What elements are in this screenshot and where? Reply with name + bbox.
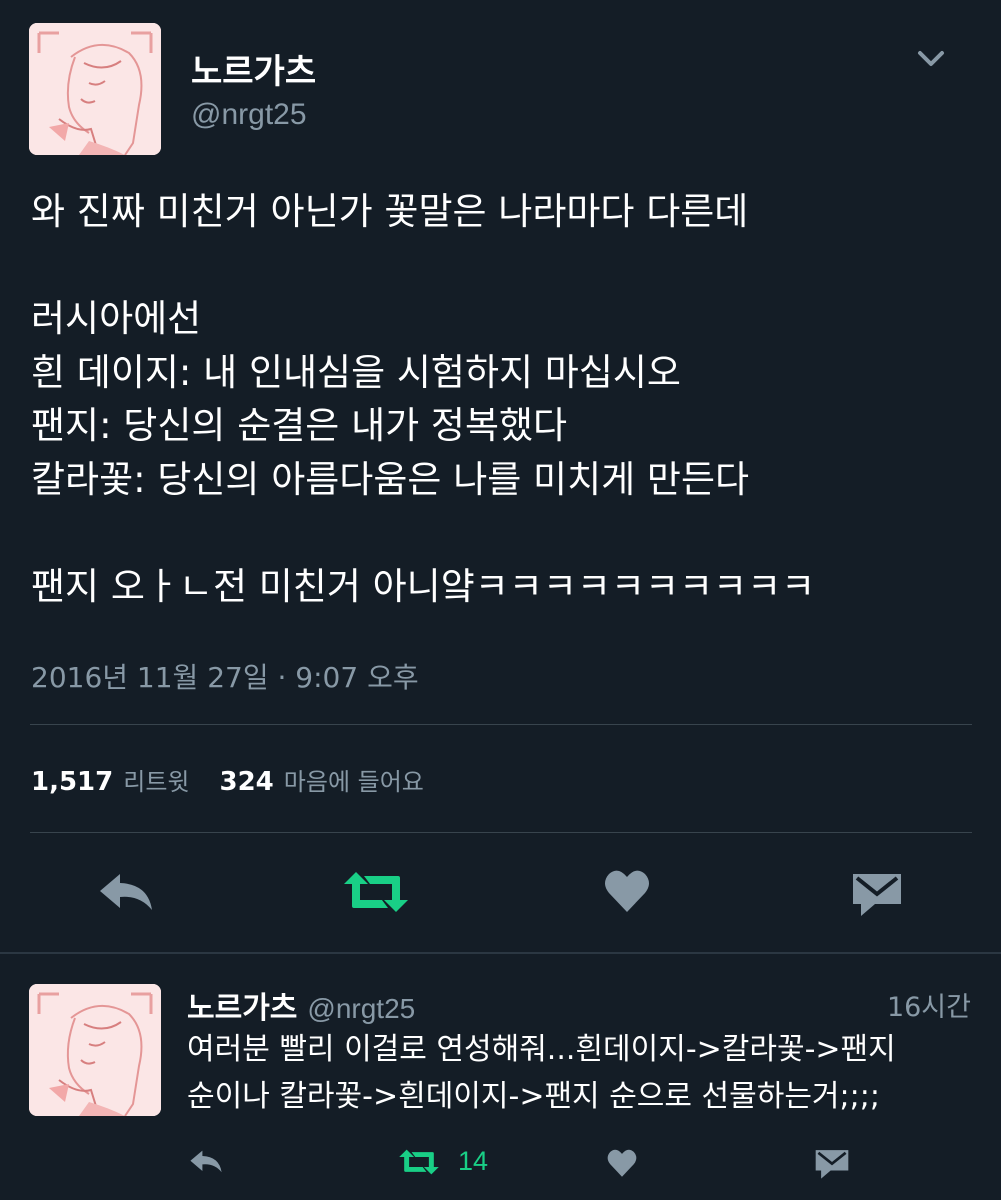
section-divider [0, 952, 1001, 954]
envelope-icon [853, 874, 901, 916]
reply-message-button[interactable] [814, 1146, 850, 1180]
divider [30, 724, 972, 725]
retweet-icon [399, 1149, 439, 1174]
reply-text-line: 여러분 빨리 이걸로 연성해줘...흰데이지->칼라꽃->팬지 [187, 1032, 896, 1067]
reply-icon [190, 1150, 222, 1173]
reply-time[interactable]: 16시간 [887, 985, 971, 1024]
reply-header: 노르가츠 @nrgt25 [187, 983, 415, 1027]
reply-reply-button[interactable] [188, 1146, 224, 1178]
reply-text-line: 순이나 칼라꽃->흰데이지->팬지 순으로 선물하는거;;;; [187, 1079, 880, 1114]
reply-author-handle[interactable]: @nrgt25 [307, 993, 415, 1025]
tweet-text: 와 진짜 미친거 아닌가 꽃말은 나라마다 다른데 러시아에선 흰 데이지: 내… [31, 185, 981, 613]
author-avatar[interactable] [29, 23, 161, 155]
tweet-text-line: 칼라꽃: 당신의 아름다움은 나를 미치게 만든다 [31, 457, 750, 501]
tweet-text-line: 흰 데이지: 내 인내심을 시험하지 마십시오 [31, 350, 681, 394]
tweet-text-line: 팬지: 당신의 순결은 내가 정복했다 [31, 404, 568, 447]
reply-text: 여러분 빨리 이걸로 연성해줘...흰데이지->칼라꽃->팬지 순이나 칼라꽃-… [187, 1026, 977, 1120]
message-button[interactable] [851, 868, 903, 918]
divider [30, 832, 972, 833]
tweet-text-line [31, 506, 981, 560]
author-handle[interactable]: @nrgt25 [191, 98, 307, 132]
author-name[interactable]: 노르가츠 [191, 44, 316, 93]
likes-label[interactable]: 마음에 들어요 [284, 762, 424, 797]
like-button[interactable] [603, 868, 651, 914]
main-tweet: 노르가츠 @nrgt25 와 진짜 미친거 아닌가 꽃말은 나라마다 다른데 러… [0, 0, 1001, 952]
reply-button[interactable] [96, 868, 156, 918]
reply-retweet-button[interactable]: 14 [398, 1146, 488, 1177]
heart-icon [607, 1149, 637, 1177]
reply-author-name[interactable]: 노르가츠 [187, 983, 297, 1027]
tweet-text-line: 팬지 오ㅏㄴ전 미친거 아니얔ㅋㅋㅋㅋㅋㅋㅋㅋㅋㅋ [31, 564, 816, 608]
reply-like-button[interactable] [606, 1148, 638, 1178]
heart-icon [605, 870, 649, 912]
likes-count[interactable]: 324 [220, 767, 274, 797]
envelope-icon [815, 1150, 849, 1179]
reply-retweet-count: 14 [458, 1146, 489, 1176]
reply-icon [100, 874, 152, 910]
tweet-timestamp[interactable]: 2016년 11월 27일 · 9:07 오후 [31, 656, 419, 696]
reply-author-avatar[interactable] [29, 984, 161, 1116]
retweet-icon [344, 872, 408, 912]
tweet-text-line: 와 진짜 미친거 아닌가 꽃말은 나라마다 다른데 [31, 190, 749, 233]
tweet-text-line [31, 239, 981, 293]
tweet-stats: 1,517 리트윗 324 마음에 들어요 [31, 762, 454, 797]
retweet-button[interactable] [342, 868, 410, 916]
chevron-down-icon[interactable] [914, 46, 948, 72]
retweets-count[interactable]: 1,517 [31, 767, 113, 797]
tweet-text-line: 러시아에선 [31, 297, 202, 340]
retweets-label[interactable]: 리트윗 [123, 762, 189, 797]
